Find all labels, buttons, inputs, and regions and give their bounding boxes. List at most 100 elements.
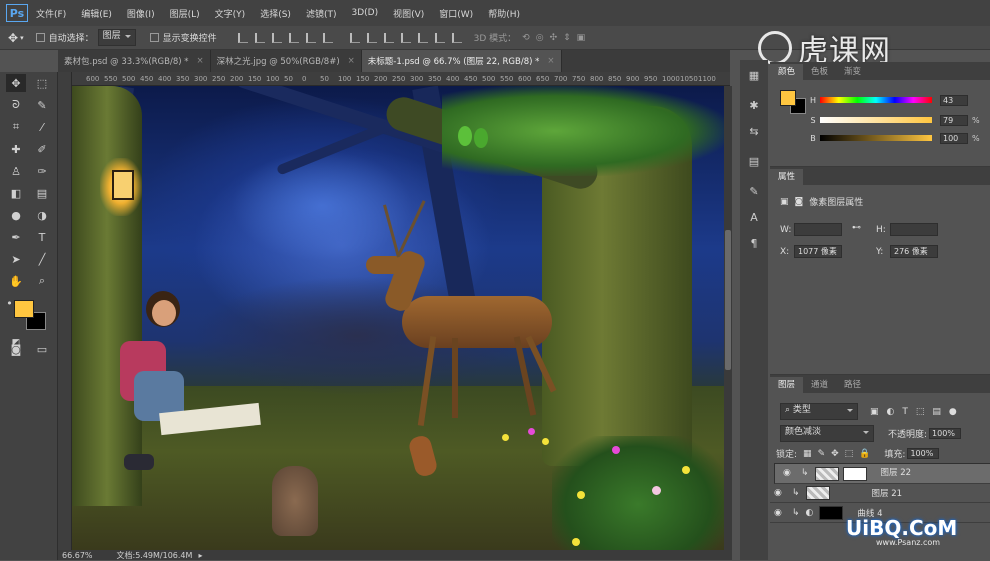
menu-edit[interactable]: 编辑(E) bbox=[81, 7, 112, 20]
3d-scale-icon[interactable]: ▣ bbox=[577, 33, 586, 43]
auto-select-checkbox[interactable] bbox=[35, 33, 45, 42]
align-bottom-icon[interactable] bbox=[271, 32, 282, 43]
tab-forest-light[interactable]: 深林之光.jpg @ 50%(RGB/8#) × bbox=[211, 50, 362, 72]
layer-name[interactable]: 图层 21 bbox=[872, 487, 903, 499]
healing-brush-tool-icon[interactable]: ✚ bbox=[6, 140, 26, 158]
brush-tool-icon[interactable]: ✐ bbox=[32, 140, 52, 158]
quick-mask-icon[interactable]: ◙ bbox=[6, 340, 26, 358]
align-right-icon[interactable] bbox=[322, 32, 333, 43]
brush-panel-icon[interactable]: ✎ bbox=[746, 184, 762, 200]
foreground-color-swatch-top[interactable] bbox=[14, 300, 34, 318]
tab-layers[interactable]: 图层 bbox=[770, 377, 804, 393]
auto-align-icon[interactable] bbox=[451, 32, 462, 43]
distribute-hcenter-icon[interactable] bbox=[417, 32, 428, 43]
filter-pixel-icon[interactable]: ▣ bbox=[870, 407, 879, 417]
gradient-tool-icon[interactable]: ▤ bbox=[32, 184, 52, 202]
eye-icon[interactable]: ◉ bbox=[774, 488, 788, 498]
tab-gradients[interactable]: 渐变 bbox=[836, 64, 869, 80]
close-icon[interactable]: × bbox=[197, 56, 204, 66]
lock-pixels-icon[interactable]: ✎ bbox=[818, 449, 826, 459]
eye-icon[interactable]: ◉ bbox=[774, 508, 788, 518]
character-panel-icon[interactable]: A bbox=[746, 210, 762, 226]
filter-type-icon[interactable]: T bbox=[902, 407, 908, 417]
eye-icon[interactable]: ◉ bbox=[783, 467, 797, 480]
menu-layer[interactable]: 图层(L) bbox=[170, 7, 200, 20]
menu-help[interactable]: 帮助(H) bbox=[488, 7, 520, 20]
zoom-tool-icon[interactable]: ⌕ bbox=[32, 272, 52, 290]
height-field[interactable] bbox=[890, 223, 938, 236]
layer-name[interactable]: 图层 22 bbox=[881, 467, 912, 480]
menu-type[interactable]: 文字(Y) bbox=[215, 7, 246, 20]
blend-mode-dropdown[interactable]: 颜色减淡 bbox=[780, 425, 874, 442]
crop-tool-icon[interactable]: ⌗ bbox=[6, 118, 26, 136]
tab-channels[interactable]: 通道 bbox=[803, 377, 836, 393]
adjustments-panel-icon[interactable]: ⇆ bbox=[746, 124, 762, 140]
distribute-left-icon[interactable] bbox=[400, 32, 411, 43]
chevron-down-icon[interactable]: ▾ bbox=[20, 34, 24, 42]
lock-all-icon[interactable]: 🔒 bbox=[859, 449, 870, 459]
3d-rotate-icon[interactable]: ⟲ bbox=[522, 33, 530, 43]
y-field[interactable]: 276 像素 bbox=[890, 245, 938, 258]
document-canvas[interactable] bbox=[72, 86, 724, 550]
eyedropper-tool-icon[interactable]: ⁄ bbox=[32, 118, 52, 136]
path-select-tool-icon[interactable]: ➤ bbox=[6, 250, 26, 268]
distribute-right-icon[interactable] bbox=[434, 32, 445, 43]
line-tool-icon[interactable]: ╱ bbox=[32, 250, 52, 268]
align-top-icon[interactable] bbox=[237, 32, 248, 43]
fill-value[interactable]: 100% bbox=[907, 448, 940, 459]
history-panel-icon[interactable]: ▦ bbox=[746, 68, 762, 84]
menu-file[interactable]: 文件(F) bbox=[36, 7, 66, 20]
paths-panel-icon[interactable]: ▤ bbox=[746, 154, 762, 170]
saturation-value[interactable]: 79 bbox=[940, 114, 968, 126]
history-brush-tool-icon[interactable]: ✑ bbox=[32, 162, 52, 180]
align-vcenter-icon[interactable] bbox=[254, 32, 265, 43]
dodge-tool-icon[interactable]: ◑ bbox=[32, 206, 52, 224]
tab-color[interactable]: 颜色 bbox=[770, 64, 804, 80]
tab-paths[interactable]: 路径 bbox=[836, 377, 869, 393]
hue-slider[interactable] bbox=[820, 97, 932, 103]
filter-shape-icon[interactable]: ⬚ bbox=[916, 407, 925, 417]
move-tool-icon[interactable]: ✥ bbox=[6, 74, 26, 92]
transform-controls-checkbox[interactable] bbox=[149, 33, 159, 42]
lock-transparent-icon[interactable]: ▦ bbox=[803, 449, 812, 459]
close-icon[interactable]: × bbox=[348, 56, 355, 66]
lasso-tool-icon[interactable]: ᘐ bbox=[6, 96, 26, 114]
tab-untitled[interactable]: 未标题-1.psd @ 66.7% (图层 22, RGB/8) * × bbox=[361, 50, 562, 72]
chevron-right-icon[interactable]: ▸ bbox=[198, 551, 202, 560]
tab-properties[interactable]: 属性 bbox=[770, 169, 804, 185]
opacity-value[interactable]: 100% bbox=[929, 428, 962, 439]
distribute-top-icon[interactable] bbox=[349, 32, 360, 43]
menu-window[interactable]: 窗口(W) bbox=[439, 7, 473, 20]
brightness-value[interactable]: 100 bbox=[940, 132, 968, 144]
auto-select-dropdown[interactable]: 图层 bbox=[97, 29, 136, 46]
canvas-scrollbar-thumb[interactable] bbox=[725, 230, 731, 370]
type-tool-icon[interactable]: T bbox=[32, 228, 52, 246]
menu-select[interactable]: 选择(S) bbox=[260, 7, 291, 20]
paragraph-panel-icon[interactable]: ¶ bbox=[746, 236, 762, 252]
menu-3d[interactable]: 3D(D) bbox=[351, 8, 378, 18]
filter-adjustment-icon[interactable]: ◐ bbox=[887, 407, 895, 417]
link-icon[interactable]: ⊷ bbox=[852, 223, 861, 233]
3d-slide-icon[interactable]: ⇕ bbox=[563, 33, 571, 43]
3d-roll-icon[interactable]: ◎ bbox=[536, 33, 544, 43]
hand-tool-icon[interactable]: ✋ bbox=[6, 272, 26, 290]
align-left-icon[interactable] bbox=[288, 32, 299, 43]
brightness-slider[interactable] bbox=[820, 135, 932, 141]
layer-kind-dropdown[interactable]: ⌕ 类型 bbox=[780, 403, 858, 420]
clone-stamp-tool-icon[interactable]: ♙ bbox=[6, 162, 26, 180]
move-tool-icon[interactable]: ✥ bbox=[8, 31, 18, 45]
layer-row[interactable]: ◉ ↳ 图层 22 bbox=[774, 463, 990, 484]
hue-value[interactable]: 43 bbox=[940, 94, 968, 106]
zoom-level[interactable]: 66.67% bbox=[62, 551, 93, 560]
menu-image[interactable]: 图像(I) bbox=[127, 7, 155, 20]
mask-icon[interactable]: ◙ bbox=[795, 197, 804, 207]
saturation-slider[interactable] bbox=[820, 117, 932, 123]
lock-artboard-icon[interactable]: ⬚ bbox=[845, 449, 854, 459]
layer-row[interactable]: ◉ ↳ 图层 21 bbox=[770, 483, 990, 503]
filter-toggle-icon[interactable]: ● bbox=[949, 407, 957, 417]
tab-swatches[interactable]: 色板 bbox=[803, 64, 836, 80]
menu-filter[interactable]: 滤镜(T) bbox=[306, 7, 337, 20]
tab-material[interactable]: 素材包.psd @ 33.3%(RGB/8) * × bbox=[58, 50, 211, 72]
x-field[interactable]: 1077 像素 bbox=[794, 245, 842, 258]
menu-view[interactable]: 视图(V) bbox=[393, 7, 424, 20]
